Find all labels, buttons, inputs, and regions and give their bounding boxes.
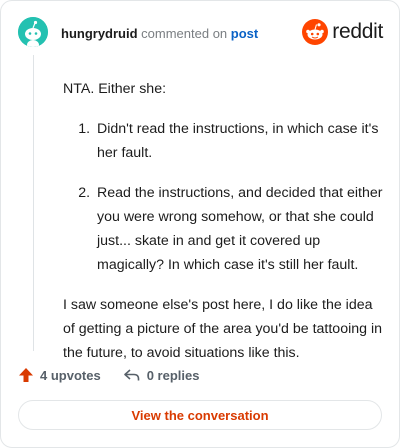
upvotes-label: 4 upvotes — [40, 367, 101, 383]
comment-closing: I saw someone else's post here, I do lik… — [63, 297, 382, 361]
reddit-wordmark: reddit — [332, 20, 383, 43]
comment-body: NTA. Either she: Didn't read the instruc… — [63, 77, 385, 365]
snoo-avatar-icon — [18, 17, 48, 47]
comment-intro: NTA. Either she: — [63, 81, 167, 97]
avatar[interactable] — [18, 17, 48, 47]
comment-stats: 4 upvotes 0 replies — [18, 367, 221, 383]
embedded-comment-card: hungrydruid commented on post reddit NTA… — [0, 0, 400, 448]
upvotes-stat[interactable]: 4 upvotes — [18, 367, 101, 383]
list-item: Read the instructions, and decided that … — [94, 181, 385, 277]
comment-header: hungrydruid commented on post — [61, 25, 258, 43]
username-link[interactable]: hungrydruid — [61, 26, 138, 41]
replies-label: 0 replies — [146, 367, 200, 383]
action-text: commented on — [141, 26, 228, 41]
list-item: Didn't read the instructions, in which c… — [94, 117, 385, 165]
post-link[interactable]: post — [231, 26, 258, 41]
view-conversation-button[interactable]: View the conversation — [18, 400, 382, 430]
upvote-arrow-icon — [19, 368, 33, 382]
reddit-snoo-icon — [302, 19, 329, 45]
replies-stat[interactable]: 0 replies — [123, 367, 200, 383]
comment-list: Didn't read the instructions, in which c… — [63, 117, 385, 277]
thread-line — [33, 55, 34, 351]
reddit-logo[interactable]: reddit — [302, 19, 383, 45]
reply-arrow-icon — [123, 369, 139, 381]
